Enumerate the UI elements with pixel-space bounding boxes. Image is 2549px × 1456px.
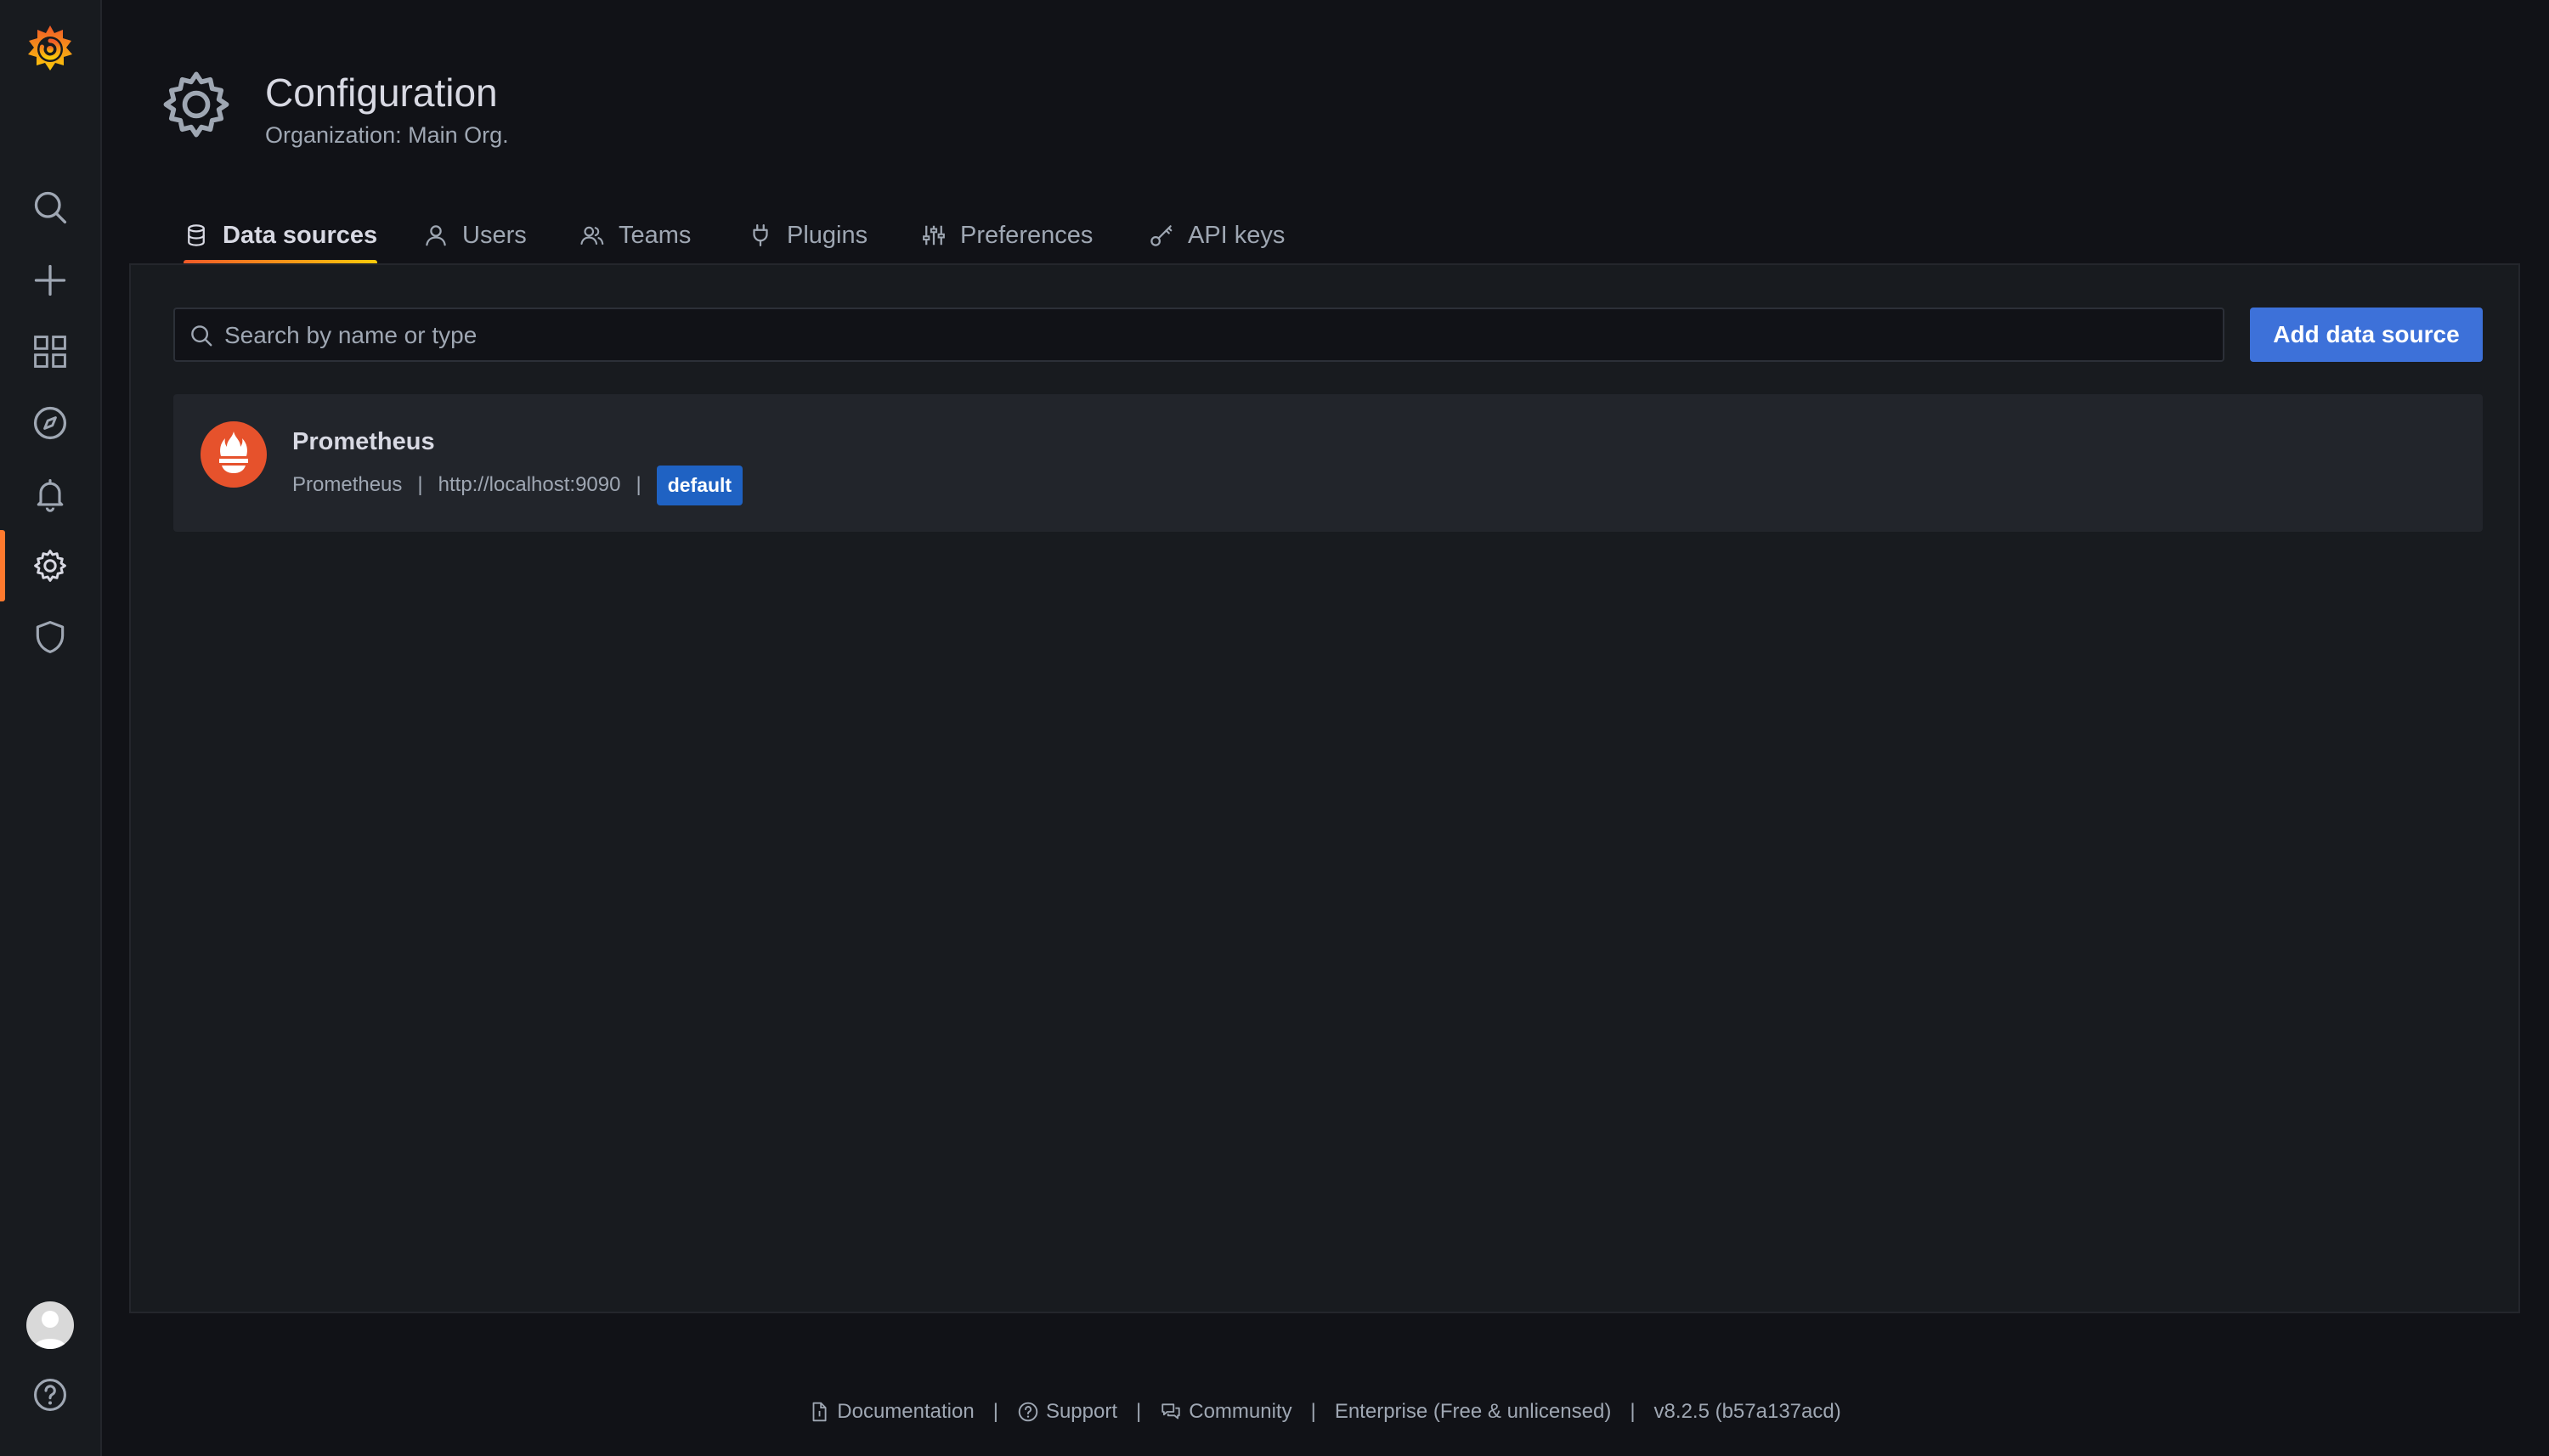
tab-preferences[interactable]: Preferences (921, 209, 1093, 262)
prometheus-logo (201, 421, 267, 488)
plus-icon (34, 264, 66, 296)
footer-version: v8.2.5 (b57a137acd) (1653, 1400, 1841, 1423)
sidebar-item-configuration[interactable] (0, 530, 100, 601)
user-avatar-icon (33, 1311, 67, 1349)
document-icon (812, 1402, 827, 1422)
datasource-url: http://localhost:9090 (438, 473, 621, 496)
footer-community-label: Community (1189, 1400, 1292, 1423)
datasource-name: Prometheus (292, 428, 435, 455)
tab-data-sources[interactable]: Data sources (184, 209, 378, 265)
question-circle-icon (1018, 1402, 1038, 1422)
footer-separator: | (1310, 1400, 1316, 1423)
tab-label: Preferences (960, 221, 1094, 249)
search-icon (191, 325, 212, 347)
search-input[interactable] (223, 309, 2214, 362)
footer-support-link[interactable]: Support (1017, 1400, 1117, 1424)
tab-label: API keys (1188, 221, 1286, 249)
gear-icon (34, 550, 66, 582)
sidebar (0, 0, 102, 1456)
search-box[interactable] (173, 308, 2224, 362)
sidebar-item-explore[interactable] (0, 387, 100, 459)
default-badge: default (656, 465, 743, 505)
datasource-type: Prometheus (292, 473, 403, 496)
tab-teams[interactable]: Teams (579, 209, 691, 262)
page-title: Configuration (265, 71, 498, 115)
separator: | (636, 473, 641, 496)
footer-community-link[interactable]: Community (1160, 1400, 1292, 1424)
footer: Documentation | Support | Community | En… (0, 1395, 2549, 1429)
tab-plugins[interactable]: Plugins (748, 209, 868, 262)
shield-icon (36, 621, 65, 653)
footer-documentation-label: Documentation (837, 1400, 975, 1423)
tab-users[interactable]: Users (423, 209, 527, 262)
comments-icon (1161, 1403, 1180, 1419)
database-icon (188, 224, 205, 246)
footer-documentation-link[interactable]: Documentation (808, 1400, 975, 1424)
sidebar-item-search[interactable] (0, 172, 100, 243)
grafana-logo-icon (28, 25, 72, 71)
datasource-card-prometheus[interactable]: Prometheus Prometheus | http://localhost… (173, 394, 2483, 532)
sidebar-item-dashboards[interactable] (0, 316, 100, 387)
key-icon (1150, 225, 1173, 246)
apps-icon (34, 336, 66, 368)
sliders-icon (923, 225, 945, 245)
tab-label: Users (462, 221, 527, 249)
separator: | (417, 473, 423, 496)
avatar[interactable] (26, 1301, 74, 1349)
footer-separator: | (992, 1400, 998, 1423)
data-sources-panel: Add data source Prometheus Prometheus | … (129, 263, 2520, 1313)
footer-separator: | (1136, 1400, 1142, 1423)
users-icon (580, 226, 604, 245)
tab-label: Plugins (787, 221, 868, 249)
footer-support-label: Support (1045, 1400, 1117, 1423)
gear-icon (163, 71, 229, 138)
datasource-meta: Prometheus | http://localhost:9090 | def… (292, 462, 743, 508)
grafana-logo[interactable] (24, 22, 76, 78)
tab-api-keys[interactable]: API keys (1149, 209, 1285, 262)
add-data-source-button[interactable]: Add data source (2250, 308, 2483, 362)
bell-icon (37, 478, 64, 512)
search-icon (34, 191, 67, 224)
footer-separator: | (1630, 1400, 1636, 1423)
compass-icon (33, 406, 67, 440)
page-subtitle: Organization: Main Org. (265, 122, 509, 148)
tab-label: Data sources (223, 221, 378, 249)
plug-icon (753, 224, 768, 246)
footer-edition: Enterprise (Free & unlicensed) (1334, 1400, 1612, 1423)
tab-label: Teams (619, 221, 692, 249)
sidebar-item-alerting[interactable] (0, 459, 100, 530)
sidebar-item-create[interactable] (0, 245, 100, 316)
sidebar-item-server-admin[interactable] (0, 601, 100, 673)
user-icon (426, 225, 446, 246)
